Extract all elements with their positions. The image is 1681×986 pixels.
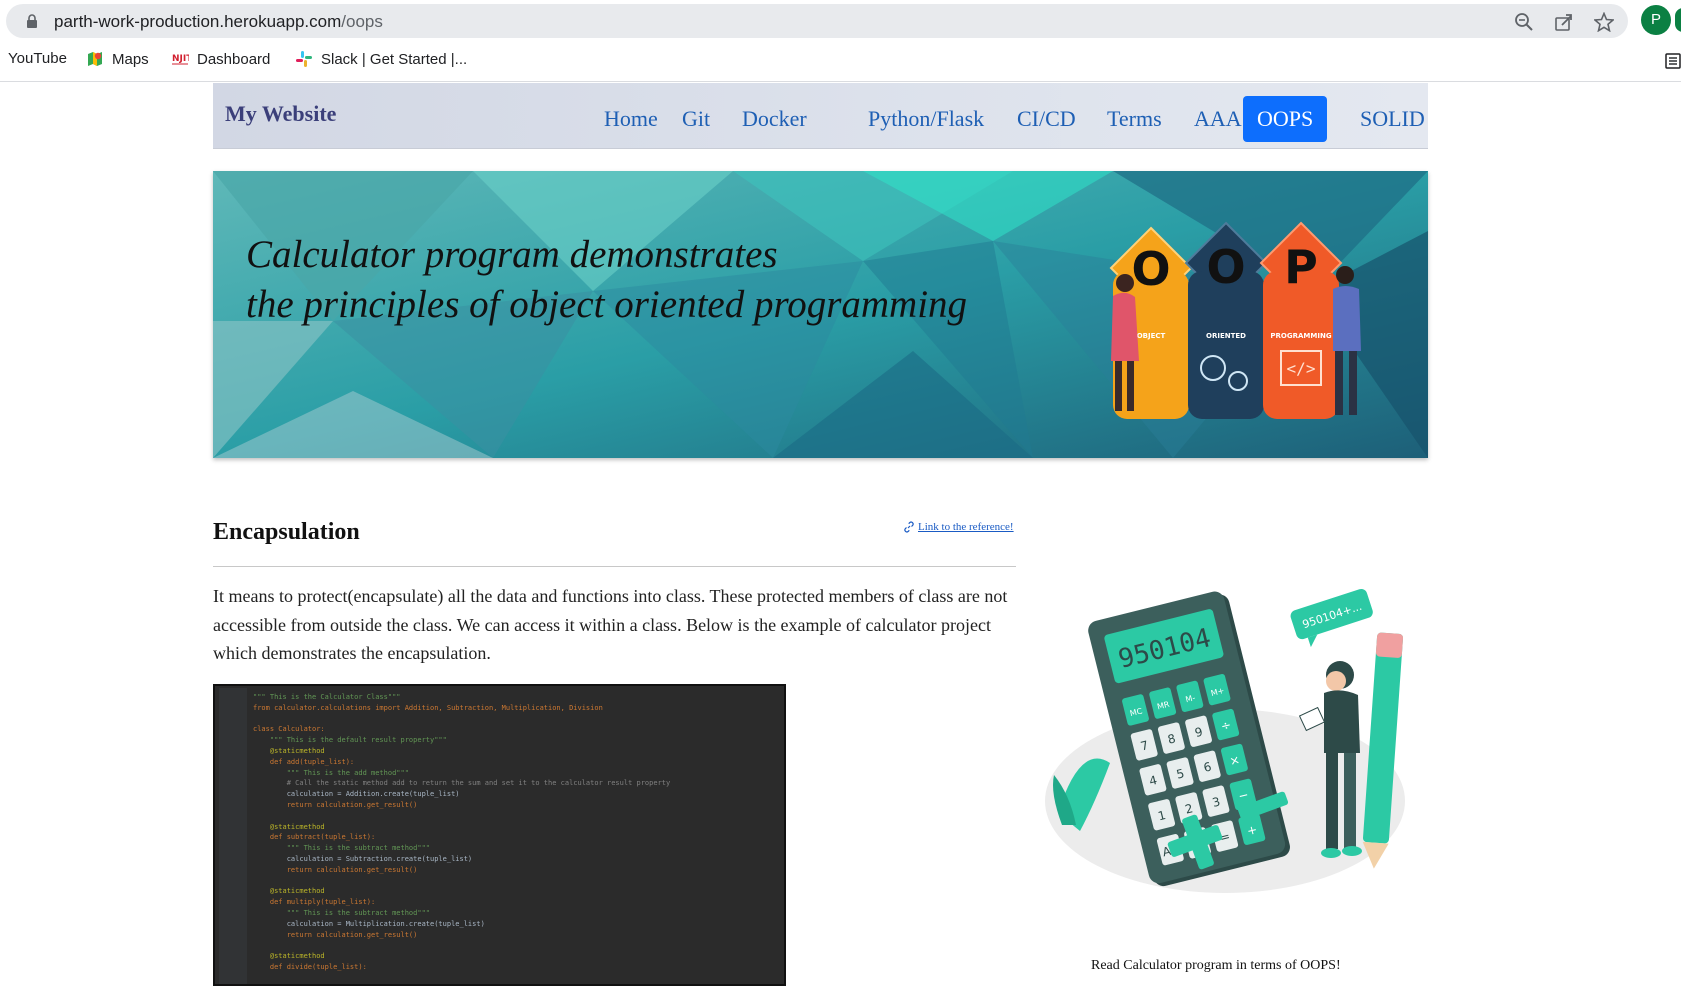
oop-word-2: ORIENTED xyxy=(1206,332,1246,340)
code-line: class Calculator: xyxy=(253,725,325,734)
njit-logo-icon: NJIT xyxy=(171,50,189,68)
slack-icon xyxy=(296,51,312,67)
hero-banner: O OBJECT O ORIENTED P PROGRAMMING </> Ca… xyxy=(213,171,1428,458)
code-line: @staticmethod xyxy=(253,952,325,961)
section-paragraph: It means to protect(encapsulate) all the… xyxy=(213,586,1008,663)
profile-avatar[interactable]: P xyxy=(1641,5,1671,35)
bookmarks-bar: YouTube Maps NJIT Dashboard Slack | Get … xyxy=(0,40,1681,82)
profile-extra-edge xyxy=(1675,8,1681,32)
nav-oops[interactable]: OOPS xyxy=(1243,96,1328,142)
bookmark-maps[interactable]: Maps xyxy=(86,50,149,68)
url-text[interactable]: parth-work-production.herokuapp.com/oops xyxy=(54,12,383,32)
reading-list-icon[interactable] xyxy=(1665,52,1681,70)
code-line: return calculation.get_result() xyxy=(253,865,418,874)
page-content: My Website Home Git Docker Python/Flask … xyxy=(0,83,1681,986)
code-gutter xyxy=(219,688,247,984)
oop-pillar-oriented: O ORIENTED xyxy=(1184,221,1268,419)
bookmark-label: Slack | Get Started |... xyxy=(321,50,468,68)
nav-python-flask[interactable]: Python/Flask xyxy=(854,96,998,142)
reference-link-label: Link to the reference! xyxy=(918,521,1014,533)
link-icon xyxy=(904,521,914,533)
oop-letter-2: O xyxy=(1206,240,1245,294)
code-line: return calculation.get_result() xyxy=(253,801,418,809)
maps-icon xyxy=(88,52,102,66)
code-line: @staticmethod xyxy=(253,822,325,831)
site-navbar: My Website Home Git Docker Python/Flask … xyxy=(213,83,1428,149)
code-line: """ This is the Calculator Class""" xyxy=(253,693,401,701)
bookmark-slack[interactable]: Slack | Get Started |... xyxy=(295,50,467,68)
code-line: from calculator.calculations import Addi… xyxy=(253,703,603,712)
oop-pillar-programming: P PROGRAMMING </> xyxy=(1259,221,1343,419)
code-line: calculation = Multiplication.create(tupl… xyxy=(253,919,485,928)
illustration-caption: Read Calculator program in terms of OOPS… xyxy=(1091,958,1341,973)
url-host: parth-work-production.herokuapp.com xyxy=(54,12,342,31)
code-line: # Call the static method add to return t… xyxy=(253,779,671,788)
code-line: def multiply(tuple_list): xyxy=(253,898,376,907)
section-title: Encapsulation xyxy=(213,519,360,545)
nav-ci-cd[interactable]: CI/CD xyxy=(1003,96,1090,142)
address-bar[interactable]: parth-work-production.herokuapp.com/oops xyxy=(6,4,1628,38)
nav-terms[interactable]: Terms xyxy=(1093,96,1176,142)
zoom-icon[interactable] xyxy=(1514,12,1534,32)
code-line: """ This is the add method""" xyxy=(253,768,409,777)
bookmark-label: YouTube xyxy=(8,50,67,67)
code-line: calculation = Subtraction.create(tuple_l… xyxy=(253,855,473,863)
reference-link[interactable]: Link to the reference! xyxy=(903,521,1014,533)
url-path: /oops xyxy=(341,12,383,31)
oop-word-1: OBJECT xyxy=(1137,332,1166,340)
nav-git[interactable]: Git xyxy=(668,96,724,142)
code-screenshot: """ This is the Calculator Class""" from … xyxy=(213,684,786,986)
svg-text:NJIT: NJIT xyxy=(172,54,189,64)
code-line: calculation = Addition.create(tuple_list… xyxy=(253,790,460,799)
section-divider xyxy=(213,566,1016,567)
calculator-illustration: 950104 MCMRM-M+789÷456×123−AC0=+ 950104+… xyxy=(1045,588,1405,893)
nav-home[interactable]: Home xyxy=(590,96,672,142)
lock-icon xyxy=(27,14,37,28)
oop-word-3: PROGRAMMING xyxy=(1270,332,1331,340)
oop-letter-1: O xyxy=(1131,242,1170,296)
code-line: """ This is the default result property"… xyxy=(253,736,447,745)
site-brand[interactable]: My Website xyxy=(225,101,336,127)
bookmark-youtube[interactable]: YouTube xyxy=(8,50,67,67)
code-line: @staticmethod xyxy=(253,747,325,755)
code-line: def divide(tuple_list): xyxy=(253,963,367,971)
nav-docker[interactable]: Docker xyxy=(728,96,821,142)
bookmark-label: Dashboard xyxy=(197,50,271,68)
code-line: """ This is the subtract method""" xyxy=(253,909,431,917)
code-line: return calculation.get_result() xyxy=(253,930,418,939)
oop-letter-3: P xyxy=(1284,240,1318,294)
browser-toolbar: parth-work-production.herokuapp.com/oops… xyxy=(0,0,1681,40)
code-line: def add(tuple_list): xyxy=(253,757,355,766)
code-editor: """ This is the Calculator Class""" from … xyxy=(219,688,779,984)
bookmark-label: Maps xyxy=(112,50,149,68)
code-line: """ This is the subtract method""" xyxy=(253,844,431,853)
banner-headline-line-1: Calculator program demonstrates xyxy=(246,233,778,276)
bookmark-dashboard[interactable]: NJIT Dashboard xyxy=(171,50,270,68)
bookmark-star-icon[interactable] xyxy=(1594,12,1614,32)
svg-text:</>: </> xyxy=(1287,359,1316,378)
banner-headline-line-2: the principles of object oriented progra… xyxy=(246,283,968,326)
code-line: @staticmethod xyxy=(253,887,325,896)
code-line: def subtract(tuple_list): xyxy=(253,833,376,842)
share-icon[interactable] xyxy=(1554,12,1574,32)
nav-solid[interactable]: SOLID xyxy=(1346,96,1439,142)
